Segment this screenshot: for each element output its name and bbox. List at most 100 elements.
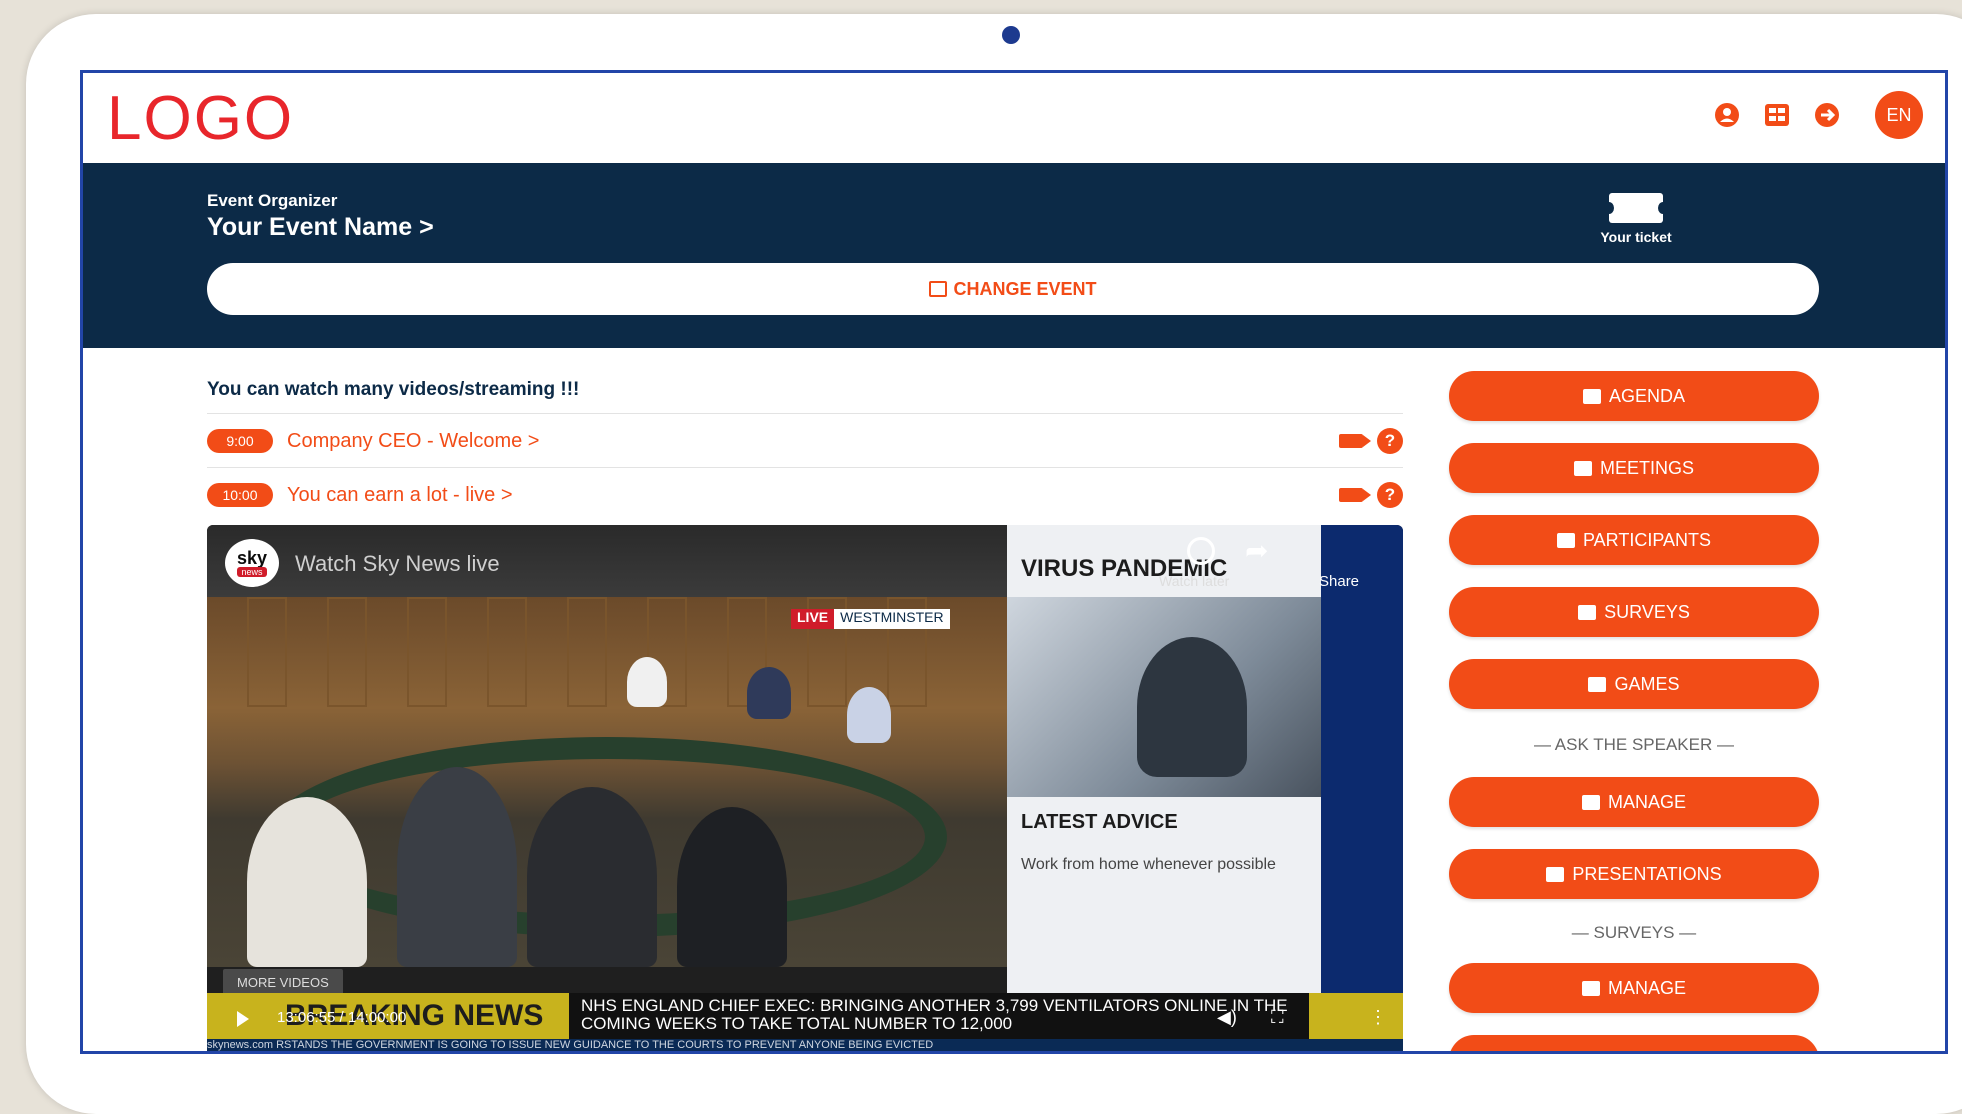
video-camera-icon[interactable]: [1339, 488, 1371, 502]
partial-button[interactable]: [1449, 1035, 1819, 1051]
video-top-bar: sky news Watch Sky News live: [207, 525, 1007, 597]
gamepad-icon: [1588, 676, 1607, 692]
presentations-button[interactable]: PRESENTATIONS: [1449, 849, 1819, 899]
participants-label: PARTICIPANTS: [1582, 529, 1712, 550]
surveys-label: SURVEYS: [1604, 601, 1690, 622]
participants-icon: [1556, 532, 1575, 548]
person: [677, 807, 787, 967]
manage-label: MANAGE: [1607, 791, 1686, 812]
logo[interactable]: LOGO: [107, 83, 294, 154]
person: [1137, 637, 1247, 777]
ticket-button[interactable]: Your ticket: [1591, 193, 1681, 245]
watch-later-label[interactable]: Watch later: [1159, 573, 1229, 589]
streaming-intro: You can watch many videos/streaming !!!: [207, 379, 580, 400]
more-options-icon[interactable]: ⋮: [1369, 1007, 1387, 1028]
session-row[interactable]: 9:00 Company CEO - Welcome > ?: [207, 423, 1403, 459]
person: [397, 767, 517, 967]
ticket-icon: [1604, 193, 1668, 223]
event-name-link[interactable]: Your Event Name >: [207, 213, 434, 242]
ask-manage-button[interactable]: MANAGE: [1449, 777, 1819, 827]
video-scene: [207, 597, 1007, 967]
surveys-button[interactable]: SURVEYS: [1449, 587, 1819, 637]
ask-speaker-heading: — ASK THE SPEAKER —: [1534, 735, 1734, 754]
question-icon[interactable]: ?: [1377, 428, 1403, 454]
timecode: 13:06:55 / 14:00:00: [277, 1009, 407, 1026]
channel-logo-text: sky: [236, 548, 268, 568]
strap-text: RSTANDS THE GOVERNMENT IS GOING TO ISSUE…: [276, 1039, 934, 1051]
change-event-label: CHANGE EVENT: [953, 278, 1097, 299]
clock-icon[interactable]: [1187, 537, 1215, 565]
meetings-button[interactable]: MEETINGS: [1449, 443, 1819, 493]
grid-icon[interactable]: [1761, 99, 1793, 131]
fullscreen-icon[interactable]: ⛶: [1271, 1007, 1284, 1028]
question-icon[interactable]: ?: [1377, 482, 1403, 508]
video-side-panel: VIRUS PANDEMIC LATEST ADVICE Work from h…: [1007, 525, 1321, 993]
surveys-heading: — SURVEYS —: [1571, 923, 1697, 942]
organizer-label: Event Organizer: [207, 191, 338, 210]
manage-icon: [1581, 794, 1600, 810]
wall-panel: [407, 597, 447, 707]
divider: [207, 467, 1403, 468]
wall-panel: [327, 597, 367, 707]
session-time-badge: 9:00: [207, 429, 273, 453]
share-label[interactable]: Share: [1319, 573, 1359, 590]
change-event-button[interactable]: CHANGE EVENT: [207, 263, 1819, 315]
app-screen: LOGO EN Event Organizer Your Event Name …: [80, 70, 1948, 1054]
session-title-link[interactable]: You can earn a lot - live >: [287, 484, 1339, 507]
strap-site: skynews.com: [207, 1039, 274, 1051]
side-subtitle: LATEST ADVICE: [1021, 811, 1178, 833]
play-icon[interactable]: [237, 1011, 249, 1027]
survey-icon: [1578, 604, 1597, 620]
meetings-label: MEETINGS: [1599, 457, 1694, 478]
person: [627, 657, 667, 707]
top-icons: EN: [1711, 91, 1923, 139]
person: [247, 797, 367, 967]
manage-label: MANAGE: [1607, 977, 1686, 998]
live-label: LIVE: [791, 609, 835, 629]
wall-panel: [487, 597, 527, 707]
wall-panel: [567, 597, 607, 707]
ticket-label: Your ticket: [1600, 229, 1672, 245]
manage-icon: [1581, 980, 1600, 996]
side-blue-bar: [1321, 525, 1403, 993]
presentation-icon: [1546, 866, 1565, 882]
location-label: WESTMINSTER: [834, 609, 950, 629]
camera-dot: [1002, 26, 1020, 44]
surveys-manage-button[interactable]: MANAGE: [1449, 963, 1819, 1013]
divider: [207, 413, 1403, 414]
side-text: Work from home whenever possible: [1021, 856, 1276, 873]
participants-button[interactable]: PARTICIPANTS: [1449, 515, 1819, 565]
language-button[interactable]: EN: [1875, 91, 1923, 139]
user-icon[interactable]: [1711, 99, 1743, 131]
session-row[interactable]: 10:00 You can earn a lot - live > ?: [207, 477, 1403, 513]
live-badge: LIVE WESTMINSTER: [791, 609, 950, 629]
volume-icon[interactable]: ◀): [1217, 1007, 1237, 1028]
games-button[interactable]: GAMES: [1449, 659, 1819, 709]
news-ticker: BREAKING NEWS NHS ENGLAND CHIEF EXEC: BR…: [207, 993, 1403, 1051]
calendar-icon: [929, 281, 948, 297]
meeting-icon: [1573, 460, 1592, 476]
person: [847, 687, 891, 743]
person: [747, 667, 791, 719]
more-videos-button[interactable]: MORE VIDEOS: [223, 969, 343, 996]
person: [527, 787, 657, 967]
agenda-button[interactable]: AGENDA: [1449, 371, 1819, 421]
channel-logo[interactable]: sky news: [225, 539, 279, 587]
session-title-link[interactable]: Company CEO - Welcome >: [287, 430, 1339, 453]
session-time-badge: 10:00: [207, 483, 273, 507]
share-icon[interactable]: ➦: [1245, 537, 1268, 565]
channel-logo-sub: news: [237, 567, 267, 577]
side-photo: [1007, 597, 1321, 797]
top-bar: LOGO EN: [83, 73, 1945, 163]
event-header: Event Organizer Your Event Name > Your t…: [83, 163, 1945, 348]
agenda-label: AGENDA: [1608, 385, 1686, 406]
wall-panel: [247, 597, 287, 707]
news-strap: skynews.com RSTANDS THE GOVERNMENT IS GO…: [207, 1039, 1403, 1051]
video-player[interactable]: sky news Watch Sky News live LIVE WESTMI…: [207, 525, 1403, 1051]
logout-icon[interactable]: [1811, 99, 1843, 131]
video-title[interactable]: Watch Sky News live: [295, 551, 500, 577]
video-camera-icon[interactable]: [1339, 434, 1371, 448]
book-icon: [1582, 388, 1601, 404]
video-actions: ➦: [1187, 537, 1268, 565]
games-label: GAMES: [1614, 673, 1680, 694]
